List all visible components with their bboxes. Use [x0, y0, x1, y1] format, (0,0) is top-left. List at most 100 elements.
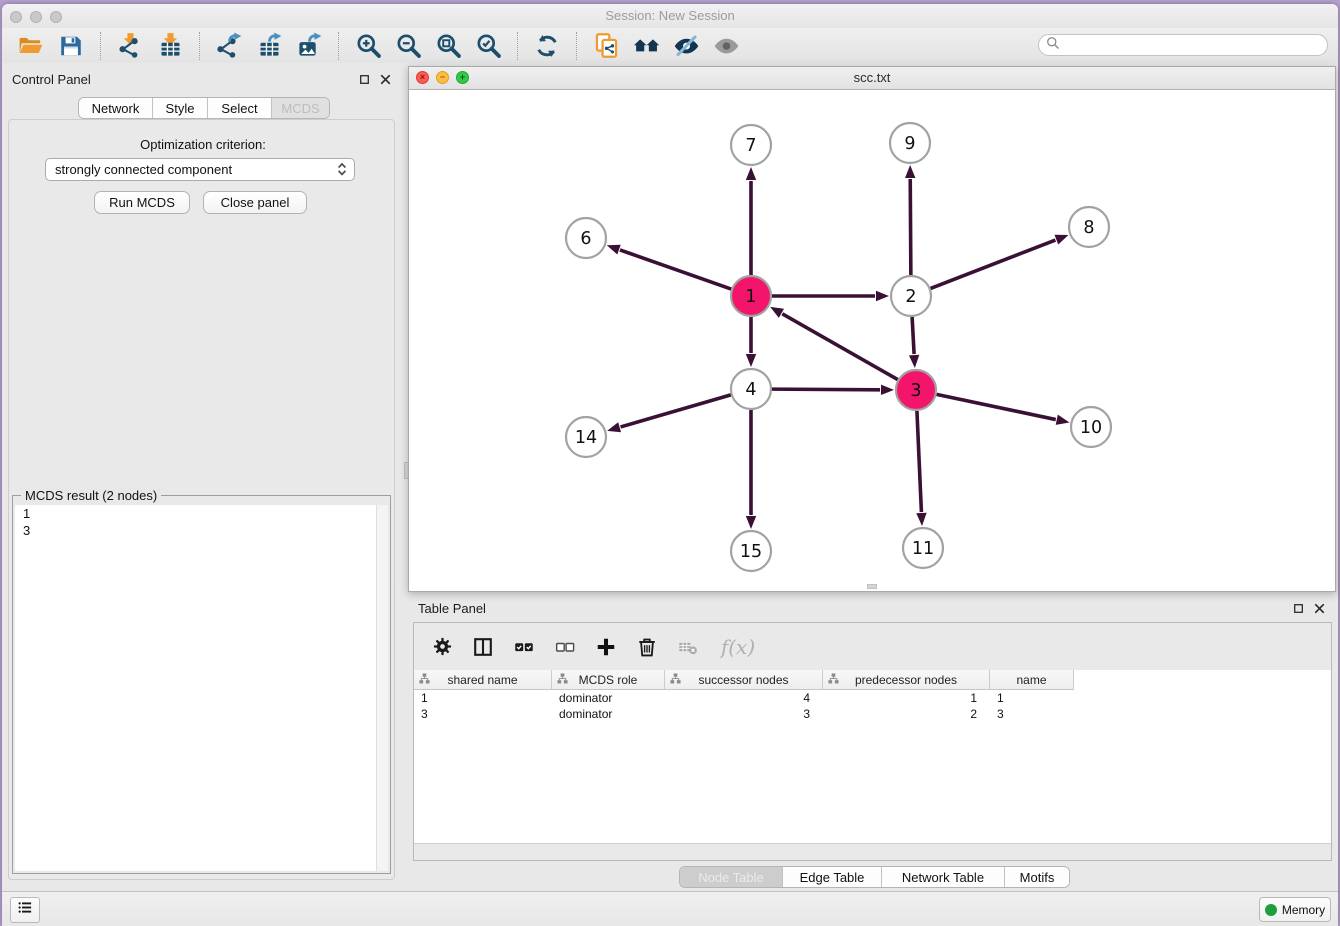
tab-network-table[interactable]: Network Table — [882, 867, 1005, 887]
edge-3-11[interactable] — [917, 411, 921, 512]
network-window: × − + scc.txt 7968124314101511 — [408, 66, 1336, 592]
cell-name[interactable]: 1 — [990, 690, 1074, 706]
tab-node-table[interactable]: Node Table — [680, 867, 783, 887]
show-all-icon[interactable] — [711, 32, 741, 60]
app-titlebar: Session: New Session — [2, 4, 1338, 29]
network-resize-grip[interactable] — [867, 584, 877, 589]
control-panel: Control Panel NetworkStyleSelectMCDS Opt… — [2, 63, 404, 891]
toolbar-group — [577, 32, 755, 60]
open-session-icon[interactable] — [16, 32, 46, 60]
tab-edge-table[interactable]: Edge Table — [783, 867, 882, 887]
close-panel-icon[interactable] — [379, 73, 392, 86]
table-row[interactable]: 3dominator323 — [414, 706, 1074, 722]
delete-icon[interactable] — [635, 635, 659, 659]
zoom-out-icon[interactable] — [393, 32, 423, 60]
edge-3-1[interactable] — [782, 314, 897, 380]
first-neighbors-icon[interactable] — [631, 32, 661, 60]
edge-2-3[interactable] — [912, 317, 914, 354]
column-header-predecessor-nodes[interactable]: predecessor nodes — [823, 670, 990, 689]
show-columns-icon[interactable] — [471, 635, 495, 659]
network-window-titlebar[interactable]: × − + scc.txt — [409, 67, 1335, 90]
settings-gear-icon[interactable] — [430, 635, 454, 659]
search-icon — [1045, 35, 1060, 55]
float-panel-icon[interactable] — [1292, 602, 1305, 615]
node-table: shared name MCDS role successor nodes prede… — [414, 670, 1331, 844]
column-label: MCDS role — [579, 673, 638, 687]
node-label-9: 9 — [904, 134, 915, 154]
save-session-icon[interactable] — [56, 32, 86, 60]
export-network-icon[interactable] — [214, 32, 244, 60]
edge-2-9[interactable] — [910, 179, 911, 275]
edge-1-6[interactable] — [620, 250, 731, 289]
tab-style[interactable]: Style — [153, 98, 208, 118]
column-header-name[interactable]: name — [990, 670, 1074, 689]
result-scrollbar[interactable] — [376, 505, 388, 871]
arrowhead-4-14 — [607, 422, 621, 432]
edge-4-3[interactable] — [772, 389, 880, 390]
memory-button[interactable]: Memory — [1259, 897, 1331, 922]
control-panel-buttons — [358, 73, 392, 86]
arrowhead-3-11 — [916, 513, 926, 526]
edge-3-10[interactable] — [937, 394, 1056, 419]
cell-shared-name[interactable]: 1 — [414, 690, 552, 706]
edge-4-14[interactable] — [621, 395, 731, 427]
cell-successor-nodes[interactable]: 4 — [665, 690, 823, 706]
toolbar-group — [200, 32, 338, 60]
tree-icon — [419, 673, 430, 687]
column-header-MCDS-role[interactable]: MCDS role — [552, 670, 665, 689]
export-image-icon[interactable] — [294, 32, 324, 60]
search-input[interactable] — [1064, 37, 1318, 53]
column-header-shared-name[interactable]: shared name — [414, 670, 552, 689]
column-label: name — [1016, 673, 1046, 687]
toolbar-group — [101, 32, 199, 60]
search-field[interactable] — [1038, 34, 1328, 56]
network-canvas[interactable]: 7968124314101511 — [409, 89, 1335, 591]
select-all-icon[interactable] — [512, 635, 536, 659]
table-container: f(x) shared name MCDS role successor nodes… — [413, 622, 1332, 861]
column-header-successor-nodes[interactable]: successor nodes — [665, 670, 823, 689]
tab-motifs[interactable]: Motifs — [1005, 867, 1069, 887]
criterion-dropdown[interactable]: strongly connected component — [45, 158, 355, 181]
add-icon[interactable] — [594, 635, 618, 659]
new-network-from-selection-icon[interactable] — [591, 32, 621, 60]
tab-select[interactable]: Select — [208, 98, 272, 118]
tab-network[interactable]: Network — [79, 98, 153, 118]
result-line: 3 — [15, 522, 388, 539]
column-label: predecessor nodes — [855, 673, 957, 687]
import-network-icon[interactable] — [115, 32, 145, 60]
cell-predecessor-nodes[interactable]: 1 — [823, 690, 990, 706]
criterion-value: strongly connected component — [55, 162, 232, 177]
float-panel-icon[interactable] — [358, 73, 371, 86]
zoom-selected-icon[interactable] — [473, 32, 503, 60]
mcds-result-text[interactable]: 13 — [15, 505, 388, 871]
edge-2-8[interactable] — [931, 240, 1056, 288]
task-history-button[interactable] — [10, 897, 40, 923]
node-label-7: 7 — [745, 136, 756, 156]
cell-successor-nodes[interactable]: 3 — [665, 706, 823, 722]
function-builder-label: f(x) — [721, 635, 755, 659]
arrowhead-2-8 — [1054, 235, 1068, 245]
cell-MCDS-role[interactable]: dominator — [552, 690, 665, 706]
deselect-all-icon[interactable] — [553, 635, 577, 659]
close-panel-button[interactable]: Close panel — [203, 191, 307, 214]
control-panel-tabs: NetworkStyleSelectMCDS — [78, 97, 330, 119]
hide-selected-icon[interactable] — [671, 32, 701, 60]
tab-mcds[interactable]: MCDS — [272, 98, 329, 118]
cell-name[interactable]: 3 — [990, 706, 1074, 722]
close-panel-icon[interactable] — [1313, 602, 1326, 615]
zoom-fit-icon[interactable] — [433, 32, 463, 60]
zoom-in-icon[interactable] — [353, 32, 383, 60]
optimization-criterion-label: Optimization criterion: — [2, 137, 404, 152]
cell-predecessor-nodes[interactable]: 2 — [823, 706, 990, 722]
cell-MCDS-role[interactable]: dominator — [552, 706, 665, 722]
import-table-icon[interactable] — [155, 32, 185, 60]
refresh-icon[interactable] — [532, 32, 562, 60]
arrowhead-2-3 — [909, 355, 919, 368]
table-row[interactable]: 1dominator411 — [414, 690, 1074, 706]
cell-shared-name[interactable]: 3 — [414, 706, 552, 722]
run-mcds-button[interactable]: Run MCDS — [94, 191, 190, 214]
node-label-4: 4 — [745, 380, 756, 400]
export-table-icon[interactable] — [254, 32, 284, 60]
arrowhead-4-3 — [881, 385, 894, 395]
table-header-row: shared name MCDS role successor nodes prede… — [414, 670, 1074, 690]
